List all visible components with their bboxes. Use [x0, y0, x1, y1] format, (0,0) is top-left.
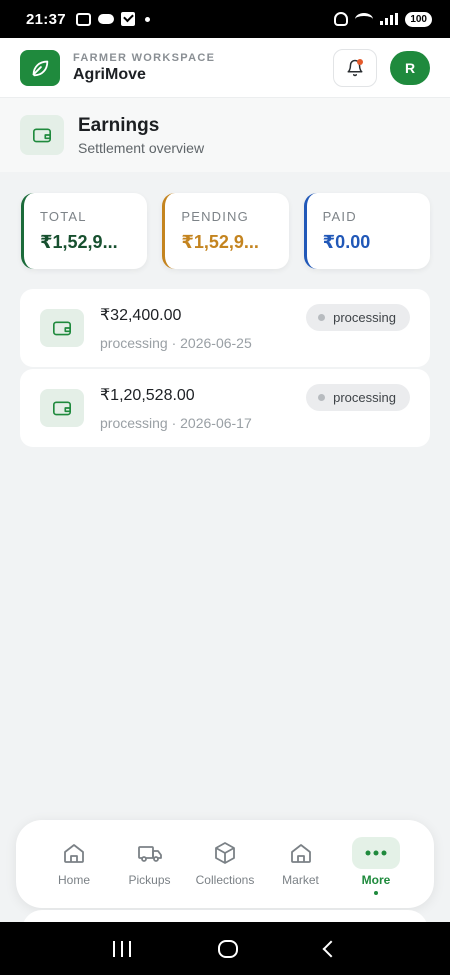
pending-card: PENDING ₹1,52,9... [162, 193, 289, 269]
status-text: processing [333, 310, 396, 325]
status-bar: 21:37 100 [0, 0, 450, 38]
settlement-meta: processing · 2026-06-25 [100, 335, 252, 351]
nav-more[interactable]: More [340, 837, 412, 895]
total-value: ₹1,52,9... [40, 232, 118, 252]
page-subtitle: Settlement overview [78, 139, 205, 156]
notifications-button[interactable] [333, 48, 377, 87]
active-indicator [374, 891, 378, 895]
status-text: processing [333, 390, 396, 405]
settlement-amount: ₹32,400.00 [100, 307, 182, 324]
wifi-icon [355, 12, 374, 26]
system-nav-bar [0, 922, 450, 975]
home-circle-icon[interactable] [217, 939, 238, 958]
recent-apps-icon[interactable] [113, 940, 132, 957]
page-header: Earnings Settlement overview [0, 98, 450, 172]
settlement-amount: ₹1,20,528.00 [100, 387, 195, 404]
avatar[interactable]: R [390, 50, 430, 85]
bottom-nav: Home Pickups Collections Market More [16, 820, 434, 908]
home-icon [50, 837, 98, 869]
mute-icon [334, 12, 349, 26]
settlement-info: ₹1,20,528.00 processing · 2026-06-17 [100, 385, 252, 431]
page-titles: Earnings Settlement overview [78, 115, 204, 156]
settlement-info: ₹32,400.00 processing · 2026-06-25 [100, 305, 252, 351]
settlements-list: ₹32,400.00 processing · 2026-06-25 proce… [20, 289, 430, 449]
nav-market-label: Market [282, 873, 319, 887]
screenshot-icon [75, 12, 91, 26]
nav-market[interactable]: Market [265, 837, 337, 887]
notification-badge [357, 58, 363, 65]
nav-pickups[interactable]: Pickups [114, 837, 186, 887]
status-left-icons [75, 12, 150, 26]
paid-card: PAID ₹0.00 [303, 193, 430, 269]
box-icon [201, 837, 249, 869]
summary-cards: TOTAL ₹1,52,9... PENDING ₹1,52,9... PAID… [21, 193, 430, 269]
status-right-icons: 100 [334, 11, 432, 27]
store-icon [277, 837, 325, 869]
more-icon [352, 837, 400, 869]
wallet-icon [40, 389, 84, 427]
back-icon[interactable] [322, 940, 340, 957]
paid-label: PAID [322, 209, 357, 224]
cloud-icon [97, 14, 114, 24]
leaf-icon[interactable] [20, 49, 60, 86]
total-label: TOTAL [40, 209, 87, 224]
status-badge: processing [306, 304, 410, 331]
nav-collections-label: Collections [195, 873, 255, 887]
truck-icon [126, 837, 174, 869]
total-card: TOTAL ₹1,52,9... [21, 193, 148, 269]
status-dot-icon [318, 314, 326, 321]
nav-home-label: Home [57, 873, 90, 887]
nav-pickups-label: Pickups [128, 873, 171, 887]
checkbox-icon [120, 12, 135, 26]
brand: FARMER WORKSPACE AgriMove [73, 52, 215, 84]
app-name: AgriMove [73, 65, 146, 83]
status-badge: processing [306, 384, 410, 411]
workspace-label: FARMER WORKSPACE [73, 51, 216, 64]
signal-icon [380, 13, 399, 25]
page-title: Earnings [78, 114, 160, 136]
status-dot-icon [318, 394, 326, 401]
nav-home[interactable]: Home [38, 837, 110, 887]
nav-more-label: More [361, 873, 391, 887]
nav-collections[interactable]: Collections [189, 837, 261, 887]
paid-value: ₹0.00 [322, 232, 371, 252]
pending-value: ₹1,52,9... [181, 232, 259, 252]
pending-label: PENDING [181, 209, 249, 224]
wallet-icon [40, 309, 84, 347]
battery-icon: 100 [405, 11, 432, 27]
wallet-icon [20, 115, 64, 155]
notification-dot-icon [144, 16, 150, 22]
status-time: 21:37 [26, 10, 66, 28]
settlement-meta: processing · 2026-06-17 [100, 415, 252, 431]
app-header: FARMER WORKSPACE AgriMove R [0, 38, 450, 98]
list-item[interactable]: ₹1,20,528.00 processing · 2026-06-17 pro… [20, 369, 430, 447]
list-item[interactable]: ₹32,400.00 processing · 2026-06-25 proce… [20, 289, 430, 367]
